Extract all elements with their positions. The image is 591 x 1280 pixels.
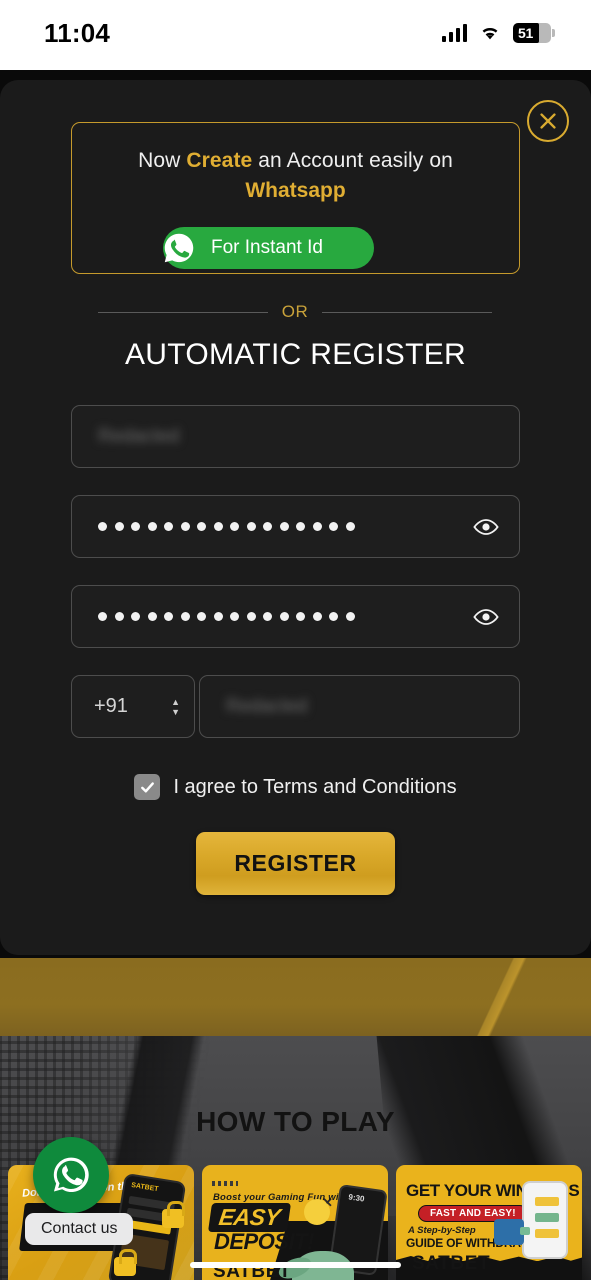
password-masked-value [98, 522, 355, 531]
battery-percent: 51 [518, 25, 533, 41]
close-x-glyph [540, 113, 556, 129]
card-subtitle-1: A Step-by-Step [408, 1225, 476, 1236]
divider-line-right [322, 311, 492, 313]
how-to-play-card-withdrawal[interactable]: GET YOUR WINNINGS FAST AND EASY! A Step-… [396, 1165, 582, 1280]
gold-banner-strip [0, 958, 591, 1036]
close-icon[interactable] [527, 100, 569, 142]
page-title: AUTOMATIC REGISTER [125, 338, 466, 371]
coin-illustration [304, 1199, 330, 1225]
register-modal: Now Create an Account easily on Whatsapp… [0, 80, 591, 955]
padlock-icon [114, 1249, 137, 1276]
promo-suffix: an Account easily on [252, 149, 453, 172]
promo-highlight: Create [186, 149, 253, 172]
cellular-signal-icon [441, 24, 467, 42]
whatsapp-instant-id-button[interactable]: For Instant Id [163, 227, 374, 269]
card-headline-2: DEPOSIT! [214, 1229, 314, 1254]
promo-prefix: Now [138, 149, 187, 172]
toggle-password-visibility-icon[interactable] [471, 512, 501, 542]
whatsapp-icon [159, 228, 199, 268]
whatsapp-promo-line-1: Now Create an Account easily on [72, 149, 519, 173]
register-button[interactable]: REGISTER [196, 832, 395, 895]
phone-number-input[interactable]: Redacted [199, 675, 520, 738]
confirm-password-input[interactable] [71, 585, 520, 648]
phone-number-value: Redacted [226, 695, 308, 717]
wifi-icon [482, 28, 498, 40]
password-input[interactable] [71, 495, 520, 558]
whatsapp-promo-line-2: Whatsapp [245, 179, 346, 202]
country-code-select[interactable]: +91 ▲ ▼ [71, 675, 195, 738]
terms-checkbox[interactable] [134, 774, 161, 800]
country-code-value: +91 [94, 695, 128, 717]
divider-line-left [98, 311, 268, 313]
home-indicator [190, 1262, 401, 1268]
terms-label: I agree to Terms and Conditions [173, 775, 457, 798]
phone-illustration [522, 1181, 568, 1259]
checkmark-icon [141, 781, 154, 793]
status-bar: 11:04 51 [0, 0, 591, 70]
username-input[interactable]: Redacted [71, 405, 520, 468]
username-value: Redacted [98, 425, 180, 447]
padlock-icon [162, 1201, 185, 1228]
confirm-password-masked-value [98, 612, 355, 621]
terms-row[interactable]: I agree to Terms and Conditions [0, 774, 591, 800]
toggle-confirm-password-visibility-icon[interactable] [471, 602, 501, 632]
eye-icon [473, 518, 499, 535]
battery-icon: 51 [513, 23, 555, 43]
card-headline-1: EASY [207, 1203, 291, 1232]
card-tagline: Boost your Gaming Fun with [213, 1192, 349, 1203]
or-label: OR [281, 302, 309, 321]
whatsapp-promo-box: Now Create an Account easily on Whatsapp… [71, 122, 520, 274]
whatsapp-float-button[interactable] [33, 1137, 109, 1213]
card-brand: SATBET [412, 1253, 491, 1274]
wallet-illustration [494, 1219, 530, 1245]
whatsapp-icon [53, 1157, 89, 1193]
status-bar-time: 11:04 [44, 17, 111, 48]
or-divider: OR [98, 302, 492, 322]
whatsapp-button-label: For Instant Id [211, 237, 323, 258]
eye-icon [473, 608, 499, 625]
card-dot-accent [212, 1181, 238, 1186]
phone-brand-label: SATBET [130, 1181, 159, 1194]
contact-us-label[interactable]: Contact us [25, 1213, 134, 1245]
how-to-play-title: HOW TO PLAY [196, 1106, 395, 1137]
chevron-updown-icon: ▲ ▼ [171, 696, 180, 717]
status-bar-indicators: 51 [441, 23, 555, 43]
